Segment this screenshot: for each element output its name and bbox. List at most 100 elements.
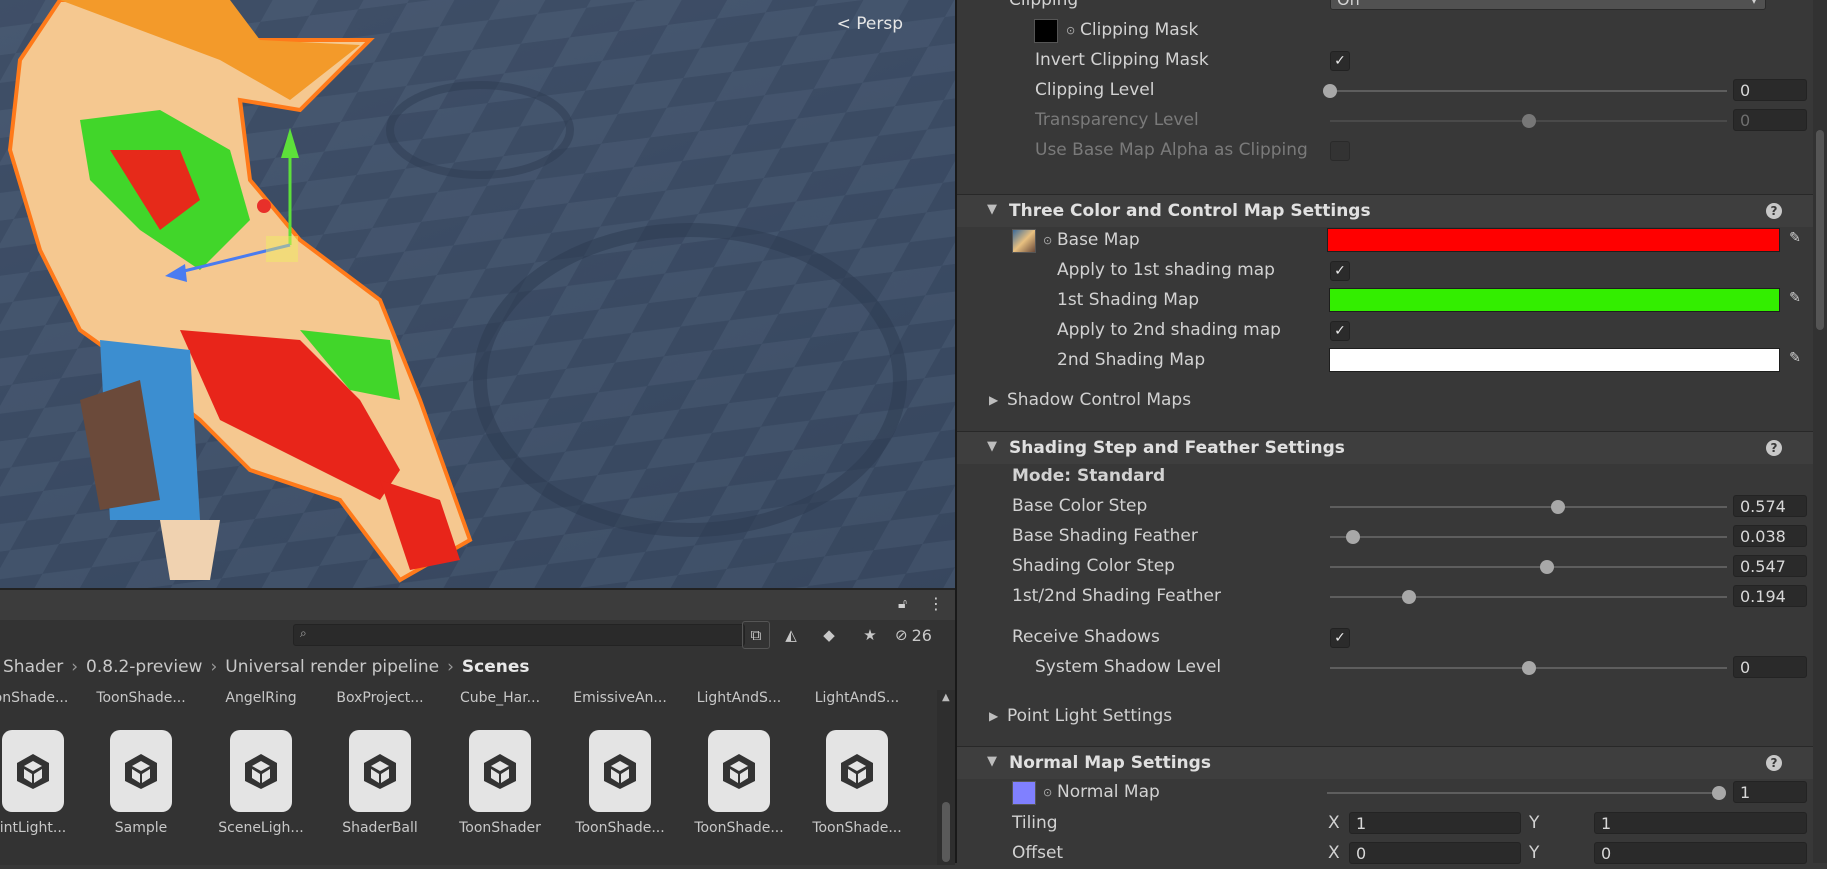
asset-label[interactable]: LightAndS... [802,690,912,706]
asset-label[interactable]: BoxProject... [325,690,435,706]
filter-by-type-icon[interactable]: ◭ [778,622,804,648]
shading-feather-row: 1st/2nd Shading Feather 0.194 [957,582,1827,612]
scene-asset[interactable]: ShaderBall [325,730,435,836]
normal-map-row: ⊙ Normal Map 1 [957,778,1827,808]
base-shading-feather-field[interactable]: 0.038 [1733,525,1807,547]
normal-map-texture-slot[interactable] [1012,781,1036,805]
asset-label[interactable]: Cube_Har... [445,690,555,706]
base-shading-feather-slider-handle[interactable] [1346,530,1361,544]
breadcrumb-current[interactable]: Scenes [462,657,530,677]
chevron-right-icon: › [210,657,218,677]
system-shadow-level-slider-handle[interactable] [1521,661,1536,675]
project-scrollbar[interactable]: ▲ [937,690,955,865]
first-shading-color-swatch[interactable] [1329,288,1780,312]
base-color-step-field[interactable]: 0.574 [1733,495,1807,517]
scene-asset[interactable]: ToonShade... [684,730,794,836]
asset-label[interactable]: EmissiveAn... [565,690,675,706]
apply-1st-checkbox[interactable]: ✓ [1330,261,1350,281]
help-icon[interactable]: ? [1766,440,1782,456]
unity-scene-icon [826,730,888,812]
base-map-texture-slot[interactable] [1012,229,1036,253]
asset-label[interactable]: AngelRing [206,690,316,706]
tiling-x-field[interactable]: 1 [1349,812,1521,834]
base-map-alpha-row: Use Base Map Alpha as Clipping [957,136,1827,166]
help-icon[interactable]: ? [1766,203,1782,219]
base-color-step-slider-track[interactable] [1330,506,1727,508]
persp-label: Persp [856,14,903,34]
transparency-level-label: Transparency Level [1035,110,1199,130]
clipping-level-slider-handle[interactable] [1323,84,1337,98]
scroll-thumb[interactable] [942,802,950,862]
apply-2nd-checkbox[interactable]: ✓ [1330,321,1350,341]
shading-step-section-header[interactable]: ▼ Shading Step and Feather Settings ? [957,431,1827,464]
perspective-toggle[interactable]: < Persp [837,14,903,34]
clipping-mode-dropdown[interactable]: On ▾ [1330,0,1766,10]
project-search-input[interactable]: ⌕ [293,624,745,646]
asset-label[interactable]: onShade... [0,690,86,706]
favorite-icon[interactable]: ★ [857,622,883,648]
breadcrumb-item[interactable]: Shader [3,657,63,677]
scene-asset[interactable]: ToonShader [445,730,555,836]
normal-map-slider-track[interactable] [1327,792,1719,794]
search-by-type-icon[interactable]: ⧉ [742,621,770,649]
eyedropper-icon[interactable]: ✎ [1785,290,1805,310]
object-picker-icon[interactable]: ⊙ [1043,786,1052,799]
scene-asset[interactable]: Sample [86,730,196,836]
eyedropper-icon[interactable]: ✎ [1785,350,1805,370]
lock-icon[interactable]: 🔓︎ [898,596,907,612]
three-color-section-header[interactable]: ▼ Three Color and Control Map Settings ? [957,194,1827,227]
scene-asset[interactable]: intLight... [0,730,88,836]
tiling-y-field[interactable]: 1 [1594,812,1807,834]
receive-shadows-checkbox[interactable]: ✓ [1330,628,1350,648]
check-icon: ✓ [1334,323,1346,339]
breadcrumb-item[interactable]: 0.8.2-preview [86,657,202,677]
shading-feather-slider-handle[interactable] [1402,590,1417,604]
object-picker-icon[interactable]: ⊙ [1066,24,1075,37]
help-icon[interactable]: ? [1766,755,1782,771]
system-shadow-level-field[interactable]: 0 [1733,656,1807,678]
inspector-scrollbar[interactable] [1813,0,1827,863]
eyedropper-icon[interactable]: ✎ [1785,230,1805,250]
shading-color-step-slider-track[interactable] [1330,566,1727,568]
asset-label[interactable]: ToonShade... [86,690,196,706]
base-color-swatch[interactable] [1327,228,1780,252]
clipping-level-slider-track[interactable] [1330,90,1727,92]
texture-slot[interactable] [1034,19,1058,43]
check-icon: ✓ [1334,263,1346,279]
offset-x-field[interactable]: 0 [1349,842,1521,864]
shading-feather-slider-track[interactable] [1330,596,1727,598]
hidden-packages-icon[interactable]: ⊘ 26 [895,622,955,648]
normal-map-section-header[interactable]: ▼ Normal Map Settings ? [957,746,1827,779]
shading-color-step-slider-handle[interactable] [1540,560,1555,574]
shading-color-step-field[interactable]: 0.547 [1733,555,1807,577]
second-shading-color-swatch[interactable] [1329,348,1780,372]
unity-scene-icon [589,730,651,812]
normal-map-field[interactable]: 1 [1733,781,1807,803]
system-shadow-level-row: System Shadow Level 0 [957,653,1827,683]
filter-by-label-icon[interactable]: ◆ [816,622,842,648]
base-color-step-slider-handle[interactable] [1550,500,1565,514]
scene-view[interactable]: < Persp [0,0,955,588]
base-map-alpha-checkbox [1330,141,1350,161]
base-shading-feather-label: Base Shading Feather [1012,526,1198,546]
scroll-thumb[interactable] [1816,130,1824,330]
more-menu-icon[interactable]: ⋮ [928,594,944,613]
asset-name: ShaderBall [342,820,418,836]
point-light-foldout[interactable]: ▶ Point Light Settings [957,702,1827,732]
base-shading-feather-slider-track[interactable] [1330,536,1727,538]
offset-y-field[interactable]: 0 [1594,842,1807,864]
scroll-up-icon[interactable]: ▲ [942,692,950,703]
scene-asset[interactable]: SceneLigh... [206,730,316,836]
scene-asset[interactable]: ToonShade... [802,730,912,836]
shadow-control-maps-foldout[interactable]: ▶ Shadow Control Maps [957,386,1827,416]
receive-shadows-label: Receive Shadows [1012,627,1160,647]
scene-asset[interactable]: ToonShade... [565,730,675,836]
normal-map-slider-handle[interactable] [1712,786,1726,800]
invert-clipping-checkbox[interactable]: ✓ [1330,51,1350,71]
breadcrumb-item[interactable]: Universal render pipeline [225,657,439,677]
asset-label[interactable]: LightAndS... [684,690,794,706]
clipping-level-field[interactable]: 0 [1733,79,1807,101]
shading-feather-field[interactable]: 0.194 [1733,585,1807,607]
object-picker-icon[interactable]: ⊙ [1043,234,1052,247]
transparency-level-slider-handle [1521,114,1536,128]
